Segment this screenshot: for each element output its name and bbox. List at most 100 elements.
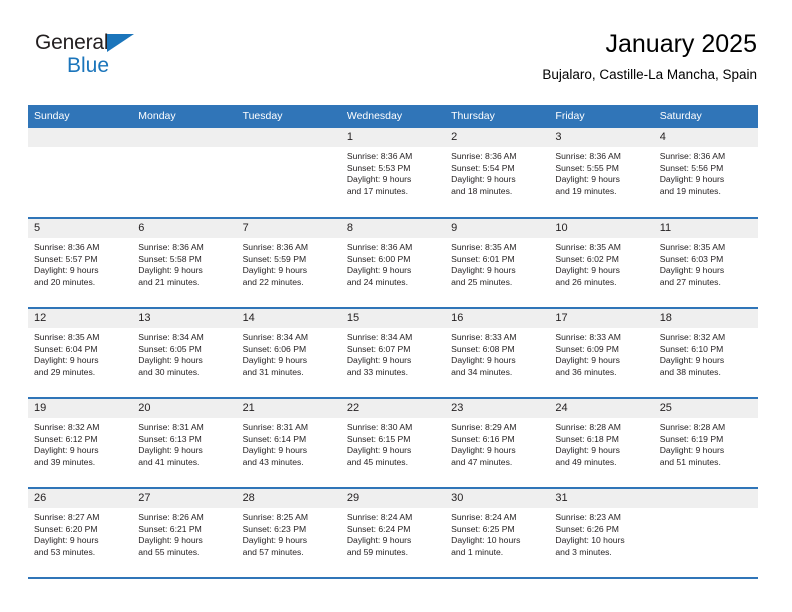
sunrise-text: Sunrise: 8:34 AM bbox=[138, 332, 204, 342]
calendar-day-cell[interactable]: 20 Sunrise: 8:31 AM Sunset: 6:13 PM Dayligh… bbox=[132, 398, 237, 489]
sunset-text: Sunset: 6:03 PM bbox=[659, 253, 724, 264]
day-cell-inner: 5 Sunrise: 8:36 AM Sunset: 5:57 PM Daylight… bbox=[28, 219, 133, 307]
day-details: Sunrise: 8:33 AM Sunset: 6:09 PM Daylight:… bbox=[549, 328, 653, 378]
calendar-day-cell[interactable]: 11 Sunrise: 8:35 AM Sunset: 6:03 PM Dayligh… bbox=[653, 218, 758, 309]
calendar-day-cell[interactable]: 23 Sunrise: 8:29 AM Sunset: 6:16 PM Dayligh… bbox=[445, 398, 550, 489]
calendar-day-cell[interactable]: 9 Sunrise: 8:35 AM Sunset: 6:01 PM Daylight… bbox=[445, 218, 550, 309]
calendar-day-cell[interactable]: 17 Sunrise: 8:33 AM Sunset: 6:09 PM Dayligh… bbox=[549, 308, 654, 399]
calendar-week-row: 19 Sunrise: 8:32 AM Sunset: 6:12 PM Dayligh… bbox=[28, 398, 758, 489]
day-details: Sunrise: 8:28 AM Sunset: 6:19 PM Daylight:… bbox=[654, 418, 758, 468]
daylight-text-line1: Daylight: 10 hours bbox=[555, 535, 625, 546]
calendar-day-cell[interactable]: 29 Sunrise: 8:24 AM Sunset: 6:24 PM Dayligh… bbox=[340, 488, 446, 579]
day-number: 30 bbox=[445, 489, 550, 508]
daylight-text-line2: and 41 minutes. bbox=[138, 456, 200, 467]
calendar-day-cell[interactable]: 26 Sunrise: 8:27 AM Sunset: 6:20 PM Dayligh… bbox=[28, 488, 133, 579]
day-number: 27 bbox=[132, 489, 237, 508]
calendar-day-cell[interactable]: 15 Sunrise: 8:34 AM Sunset: 6:07 PM Dayligh… bbox=[340, 308, 446, 399]
weekday-header-row: Sunday Monday Tuesday Wednesday Thursday Frid… bbox=[28, 105, 758, 128]
day-number: 28 bbox=[236, 489, 341, 508]
daylight-text-line2: and 19 minutes. bbox=[555, 185, 617, 196]
calendar-day-cell[interactable]: 21 Sunrise: 8:31 AM Sunset: 6:14 PM Dayligh… bbox=[236, 398, 341, 489]
day-details: Sunrise: 8:35 AM Sunset: 6:02 PM Daylight:… bbox=[549, 238, 653, 288]
calendar-day-cell[interactable]: 14 Sunrise: 8:34 AM Sunset: 6:06 PM Dayligh… bbox=[236, 308, 341, 399]
daylight-text-line2: and 19 minutes. bbox=[659, 185, 721, 196]
day-number: 5 bbox=[28, 219, 133, 238]
sunset-text: Sunset: 6:24 PM bbox=[346, 523, 411, 534]
calendar-day-cell[interactable]: 19 Sunrise: 8:32 AM Sunset: 6:12 PM Dayligh… bbox=[28, 398, 133, 489]
day-number: 20 bbox=[132, 399, 237, 418]
calendar-day-cell[interactable]: 24 Sunrise: 8:28 AM Sunset: 6:18 PM Dayligh… bbox=[549, 398, 654, 489]
calendar-day-cell[interactable]: 7 Sunrise: 8:36 AM Sunset: 5:59 PM Daylight… bbox=[236, 218, 341, 309]
day-number: 11 bbox=[653, 219, 758, 238]
sunrise-text: Sunrise: 8:34 AM bbox=[242, 332, 309, 342]
day-number: 10 bbox=[549, 219, 654, 238]
daylight-text-line2: and 22 minutes. bbox=[242, 276, 304, 287]
calendar-day-cell[interactable]: 4 Sunrise: 8:36 AM Sunset: 5:56 PM Daylight… bbox=[653, 128, 758, 219]
sunset-text: Sunset: 5:59 PM bbox=[242, 253, 307, 264]
calendar-day-cell[interactable]: 10 Sunrise: 8:35 AM Sunset: 6:02 PM Dayligh… bbox=[549, 218, 654, 309]
calendar-day-cell[interactable]: 12 Sunrise: 8:35 AM Sunset: 6:04 PM Dayligh… bbox=[28, 308, 133, 399]
calendar-day-cell[interactable]: 2 Sunrise: 8:36 AM Sunset: 5:54 PM Daylight… bbox=[445, 128, 550, 219]
sunset-text: Sunset: 5:56 PM bbox=[659, 162, 724, 173]
calendar-day-cell[interactable]: 3 Sunrise: 8:36 AM Sunset: 5:55 PM Daylight… bbox=[549, 128, 654, 219]
calendar-day-cell[interactable]: 1 Sunrise: 8:36 AM Sunset: 5:53 PM Daylight… bbox=[340, 128, 446, 219]
day-number: 15 bbox=[340, 309, 446, 328]
calendar-day-cell[interactable]: 27 Sunrise: 8:26 AM Sunset: 6:21 PM Dayligh… bbox=[132, 488, 237, 579]
daylight-text-line2: and 39 minutes. bbox=[34, 456, 96, 467]
calendar-day-cell[interactable]: 30 Sunrise: 8:24 AM Sunset: 6:25 PM Dayligh… bbox=[445, 488, 550, 579]
day-number: 14 bbox=[236, 309, 341, 328]
day-details: Sunrise: 8:25 AM Sunset: 6:23 PM Daylight:… bbox=[237, 508, 341, 558]
calendar-day-cell[interactable]: 16 Sunrise: 8:33 AM Sunset: 6:08 PM Dayligh… bbox=[445, 308, 550, 399]
sunset-text: Sunset: 6:15 PM bbox=[346, 433, 411, 444]
daylight-text-line1: Daylight: 9 hours bbox=[451, 445, 516, 456]
logo-text-blue: Blue bbox=[67, 54, 110, 77]
day-details: Sunrise: 8:31 AM Sunset: 6:14 PM Daylight:… bbox=[237, 418, 341, 468]
weekday-header-tuesday: Tuesday bbox=[236, 105, 341, 128]
day-details: Sunrise: 8:34 AM Sunset: 6:06 PM Daylight:… bbox=[237, 328, 341, 378]
day-number: 8 bbox=[340, 219, 446, 238]
daylight-text-line2: and 20 minutes. bbox=[34, 276, 96, 287]
day-details: Sunrise: 8:36 AM Sunset: 5:58 PM Daylight:… bbox=[132, 238, 236, 288]
calendar-day-cell[interactable]: 28 Sunrise: 8:25 AM Sunset: 6:23 PM Dayligh… bbox=[236, 488, 341, 579]
sunset-text: Sunset: 6:14 PM bbox=[242, 433, 307, 444]
calendar-day-cell[interactable]: 6 Sunrise: 8:36 AM Sunset: 5:58 PM Daylight… bbox=[132, 218, 237, 309]
daylight-text-line1: Daylight: 9 hours bbox=[346, 174, 412, 185]
day-number: 26 bbox=[28, 489, 133, 508]
calendar-day-cell[interactable]: 18 Sunrise: 8:32 AM Sunset: 6:10 PM Dayligh… bbox=[653, 308, 758, 399]
calendar-day-cell[interactable]: 22 Sunrise: 8:30 AM Sunset: 6:15 PM Dayligh… bbox=[340, 398, 446, 489]
sunrise-text: Sunrise: 8:35 AM bbox=[659, 242, 726, 252]
day-number: 13 bbox=[132, 309, 237, 328]
day-details: Sunrise: 8:32 AM Sunset: 6:12 PM Daylight:… bbox=[28, 418, 132, 468]
day-details: Sunrise: 8:36 AM Sunset: 5:59 PM Daylight:… bbox=[237, 238, 341, 288]
day-number: 18 bbox=[653, 309, 758, 328]
day-cell-inner: 29 Sunrise: 8:24 AM Sunset: 6:24 PM Dayligh… bbox=[340, 489, 446, 577]
weekday-header-saturday: Saturday bbox=[653, 105, 758, 128]
daylight-text-line2: and 27 minutes. bbox=[659, 276, 721, 287]
day-details: Sunrise: 8:33 AM Sunset: 6:08 PM Daylight:… bbox=[445, 328, 549, 378]
sunset-text: Sunset: 5:57 PM bbox=[34, 253, 98, 264]
sunrise-text: Sunrise: 8:33 AM bbox=[555, 332, 621, 342]
day-details: Sunrise: 8:29 AM Sunset: 6:16 PM Daylight:… bbox=[445, 418, 549, 468]
weekday-header-friday: Friday bbox=[549, 105, 654, 128]
day-cell-inner: 21 Sunrise: 8:31 AM Sunset: 6:14 PM Dayligh… bbox=[236, 399, 341, 487]
calendar-cell-empty bbox=[653, 488, 758, 579]
calendar-day-cell[interactable]: 5 Sunrise: 8:36 AM Sunset: 5:57 PM Daylight… bbox=[28, 218, 133, 309]
day-number bbox=[236, 128, 341, 147]
sunrise-text: Sunrise: 8:36 AM bbox=[659, 151, 726, 161]
sunset-text: Sunset: 6:07 PM bbox=[346, 343, 411, 354]
daylight-text-line2: and 21 minutes. bbox=[138, 276, 200, 287]
sunset-text: Sunset: 5:53 PM bbox=[346, 162, 411, 173]
day-cell-inner: 18 Sunrise: 8:32 AM Sunset: 6:10 PM Dayligh… bbox=[653, 309, 758, 397]
calendar-header-row: Sunday Monday Tuesday Wednesday Thursday Frid… bbox=[28, 105, 758, 128]
day-number: 29 bbox=[340, 489, 446, 508]
sunrise-text: Sunrise: 8:36 AM bbox=[346, 242, 413, 252]
day-details: Sunrise: 8:36 AM Sunset: 5:56 PM Daylight:… bbox=[654, 147, 758, 197]
daylight-text-line1: Daylight: 9 hours bbox=[659, 265, 725, 276]
calendar-day-cell[interactable]: 8 Sunrise: 8:36 AM Sunset: 6:00 PM Daylight… bbox=[340, 218, 446, 309]
calendar-day-cell[interactable]: 31 Sunrise: 8:23 AM Sunset: 6:26 PM Dayligh… bbox=[549, 488, 654, 579]
day-cell-inner: 25 Sunrise: 8:28 AM Sunset: 6:19 PM Dayligh… bbox=[653, 399, 758, 487]
calendar-day-cell[interactable]: 13 Sunrise: 8:34 AM Sunset: 6:05 PM Dayligh… bbox=[132, 308, 237, 399]
calendar-day-cell[interactable]: 25 Sunrise: 8:28 AM Sunset: 6:19 PM Dayligh… bbox=[653, 398, 758, 489]
day-number: 12 bbox=[28, 309, 133, 328]
day-cell-inner: 4 Sunrise: 8:36 AM Sunset: 5:56 PM Daylight… bbox=[653, 128, 758, 216]
